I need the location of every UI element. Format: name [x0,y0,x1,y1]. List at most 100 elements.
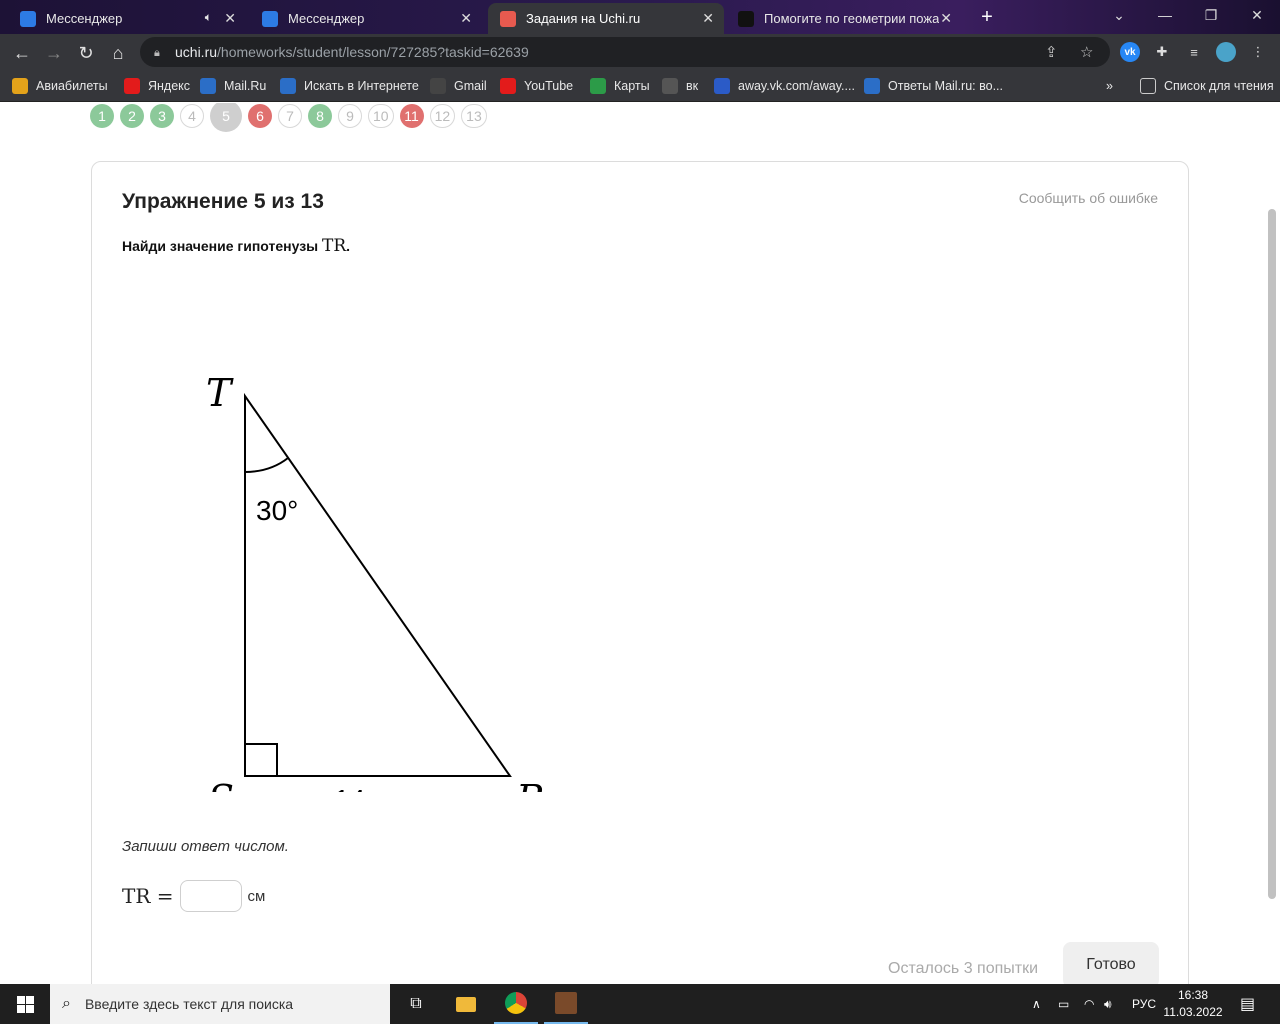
clock[interactable]: 16:38 11.03.2022 [1160,987,1226,1021]
bookmarks-bar: Авиабилеты Яндекс Mail.Ru Искать в Интернет… [0,70,1280,102]
chrome-taskbar-icon[interactable] [494,984,538,1024]
battery-icon[interactable]: ▭ [1058,984,1069,1024]
back-icon[interactable]: ← [9,40,35,66]
reading-list[interactable]: Список для чтения [1140,76,1274,96]
exercise-number-5[interactable]: 5 [210,103,242,132]
home-icon[interactable]: ⌂ [105,40,131,66]
bookmark-item[interactable]: Карты [590,76,650,96]
windows-taskbar: ⌕ Введите здесь текст для поиска ⧉ ∧ ▭ ◠… [0,984,1280,1024]
exercise-number-12[interactable]: 12 [429,104,456,128]
tray-chevron-icon[interactable]: ∧ [1032,984,1041,1024]
mailru-icon [200,78,216,94]
exercise-number-7[interactable]: 7 [278,104,302,128]
bookmark-item[interactable]: Искать в Интернете [280,76,419,96]
exercise-number-9[interactable]: 9 [338,104,362,128]
app-taskbar-icon[interactable] [544,984,588,1024]
scrollbar[interactable] [1268,209,1276,899]
exercise-number-11[interactable]: 11 [399,104,424,128]
exercise-number-2[interactable]: 2 [120,104,144,128]
youtube-icon [500,78,516,94]
new-tab-button[interactable]: + [974,6,1000,28]
browser-tab-strip: Мессенджер 🔈︎ ✕ Мессенджер ✕ Задания на Uchi.… [0,0,1280,34]
language-indicator[interactable]: РУС [1132,984,1156,1024]
right-angle-mark [244,743,278,777]
windows-start-icon[interactable] [0,984,50,1024]
tab-title: Помогите по геометрии пожал [764,11,939,26]
bookmark-item[interactable]: Mail.Ru [200,76,266,96]
bookmark-item[interactable]: Яндекс [124,76,190,96]
bookmark-label: Яндекс [148,79,191,93]
reload-icon[interactable]: ↻ [73,40,99,66]
attempts-left: Осталось 3 попытки [888,960,1039,977]
bookmark-item[interactable]: away.vk.com/away.... [714,76,855,96]
vertex-t-label: T [206,371,234,415]
bookmark-item[interactable]: Gmail [430,76,487,96]
close-tab-icon[interactable]: ✕ [702,10,714,27]
answer-input[interactable] [179,880,242,912]
angle-arc [244,457,289,473]
bookmark-item[interactable]: Авиабилеты [12,76,108,96]
submit-button[interactable]: Готово [1063,942,1159,984]
search-web-icon [280,78,296,94]
browser-tab[interactable]: Мессенджер ✕ [250,3,482,34]
answer-row: TR = см [122,880,265,912]
extensions-puzzle-icon[interactable]: ✚ [1152,42,1172,62]
exercise-number-4[interactable]: 4 [180,104,204,128]
volume-icon[interactable]: 🔊︎ [1104,984,1112,1024]
taskbar-search[interactable]: ⌕ Введите здесь текст для поиска [50,984,390,1024]
close-tab-icon[interactable]: ✕ [940,10,952,27]
minimize-icon[interactable]: — [1142,0,1188,30]
bookmark-item[interactable]: Ответы Mail.ru: во... [864,76,1003,96]
search-icon: ⌕ [62,995,71,1012]
vertex-s-label: S [208,777,234,792]
share-icon[interactable]: ⇪ [1045,43,1058,61]
exercise-number-8[interactable]: 8 [308,104,332,128]
exercise-number-1[interactable]: 1 [90,104,114,128]
more-bookmarks-icon[interactable]: » [1106,76,1113,96]
task-text: Найди значение гипотенузы TR. [122,236,351,256]
url-text: uchi.ru/homeworks/student/lesson/727285?… [175,44,529,60]
exercise-number-13[interactable]: 13 [461,104,487,128]
vk-extension-icon[interactable]: vk [1120,42,1140,62]
network-icon[interactable]: ◠ [1084,984,1094,1024]
angle-label: 30° [256,495,298,526]
exercise-number-6[interactable]: 6 [248,104,272,128]
tab-search-icon[interactable]: ⌄ [1096,0,1142,30]
restore-icon[interactable]: ❐ [1188,0,1234,30]
exercise-card: Упражнение 5 из 13 Сообщить об ошибке На… [91,161,1189,984]
close-tab-icon[interactable]: ✕ [460,10,472,27]
task-view-icon[interactable]: ⧉ [396,984,436,1024]
bookmark-star-icon[interactable]: ☆ [1080,43,1093,61]
aviatickets-icon [12,78,28,94]
forward-icon[interactable]: → [41,40,67,66]
page-content: 1 2 3 4 5 6 7 8 9 10 11 12 13 Упражнение 5 из 13 Соо… [0,103,1280,984]
triangle-figure: T S R 30° 14 см [206,371,545,792]
bookmark-label: Mail.Ru [224,79,267,93]
answer-unit: см [247,887,266,905]
bookmark-item[interactable]: вк [662,76,698,96]
browser-tab[interactable]: Задания на Uchi.ru ✕ [488,3,724,34]
tab-title: Мессенджер [46,11,123,26]
bookmark-item[interactable]: YouTube [500,76,573,96]
tab-title: Задания на Uchi.ru [526,11,641,26]
maps-icon [590,78,606,94]
address-bar[interactable]: 🔒︎ uchi.ru/homeworks/student/lesson/7272… [140,37,1110,67]
browser-tab[interactable]: Помогите по геометрии пожал ✕ [726,3,962,34]
exercise-number-10[interactable]: 10 [368,104,394,128]
close-window-icon[interactable]: ✕ [1234,0,1280,30]
notifications-icon[interactable]: ▤ [1240,984,1255,1024]
profile-avatar[interactable] [1216,42,1236,62]
tab-audio-icon[interactable]: 🔈︎ [205,10,212,25]
browser-tab[interactable]: Мессенджер 🔈︎ ✕ [8,3,246,34]
globe-icon [662,78,678,94]
bookmark-label: Gmail [454,79,487,93]
menu-dots-icon[interactable]: ⋮ [1248,42,1268,62]
report-error-link[interactable]: Сообщить об ошибке [1019,190,1158,206]
google-icon [430,78,446,94]
close-tab-icon[interactable]: ✕ [224,10,236,27]
media-control-icon[interactable]: ≡ [1184,42,1204,62]
file-explorer-icon[interactable] [446,984,486,1024]
exercise-number-3[interactable]: 3 [150,104,174,128]
reading-list-icon [1140,78,1156,94]
bookmark-label: YouTube [524,79,574,93]
